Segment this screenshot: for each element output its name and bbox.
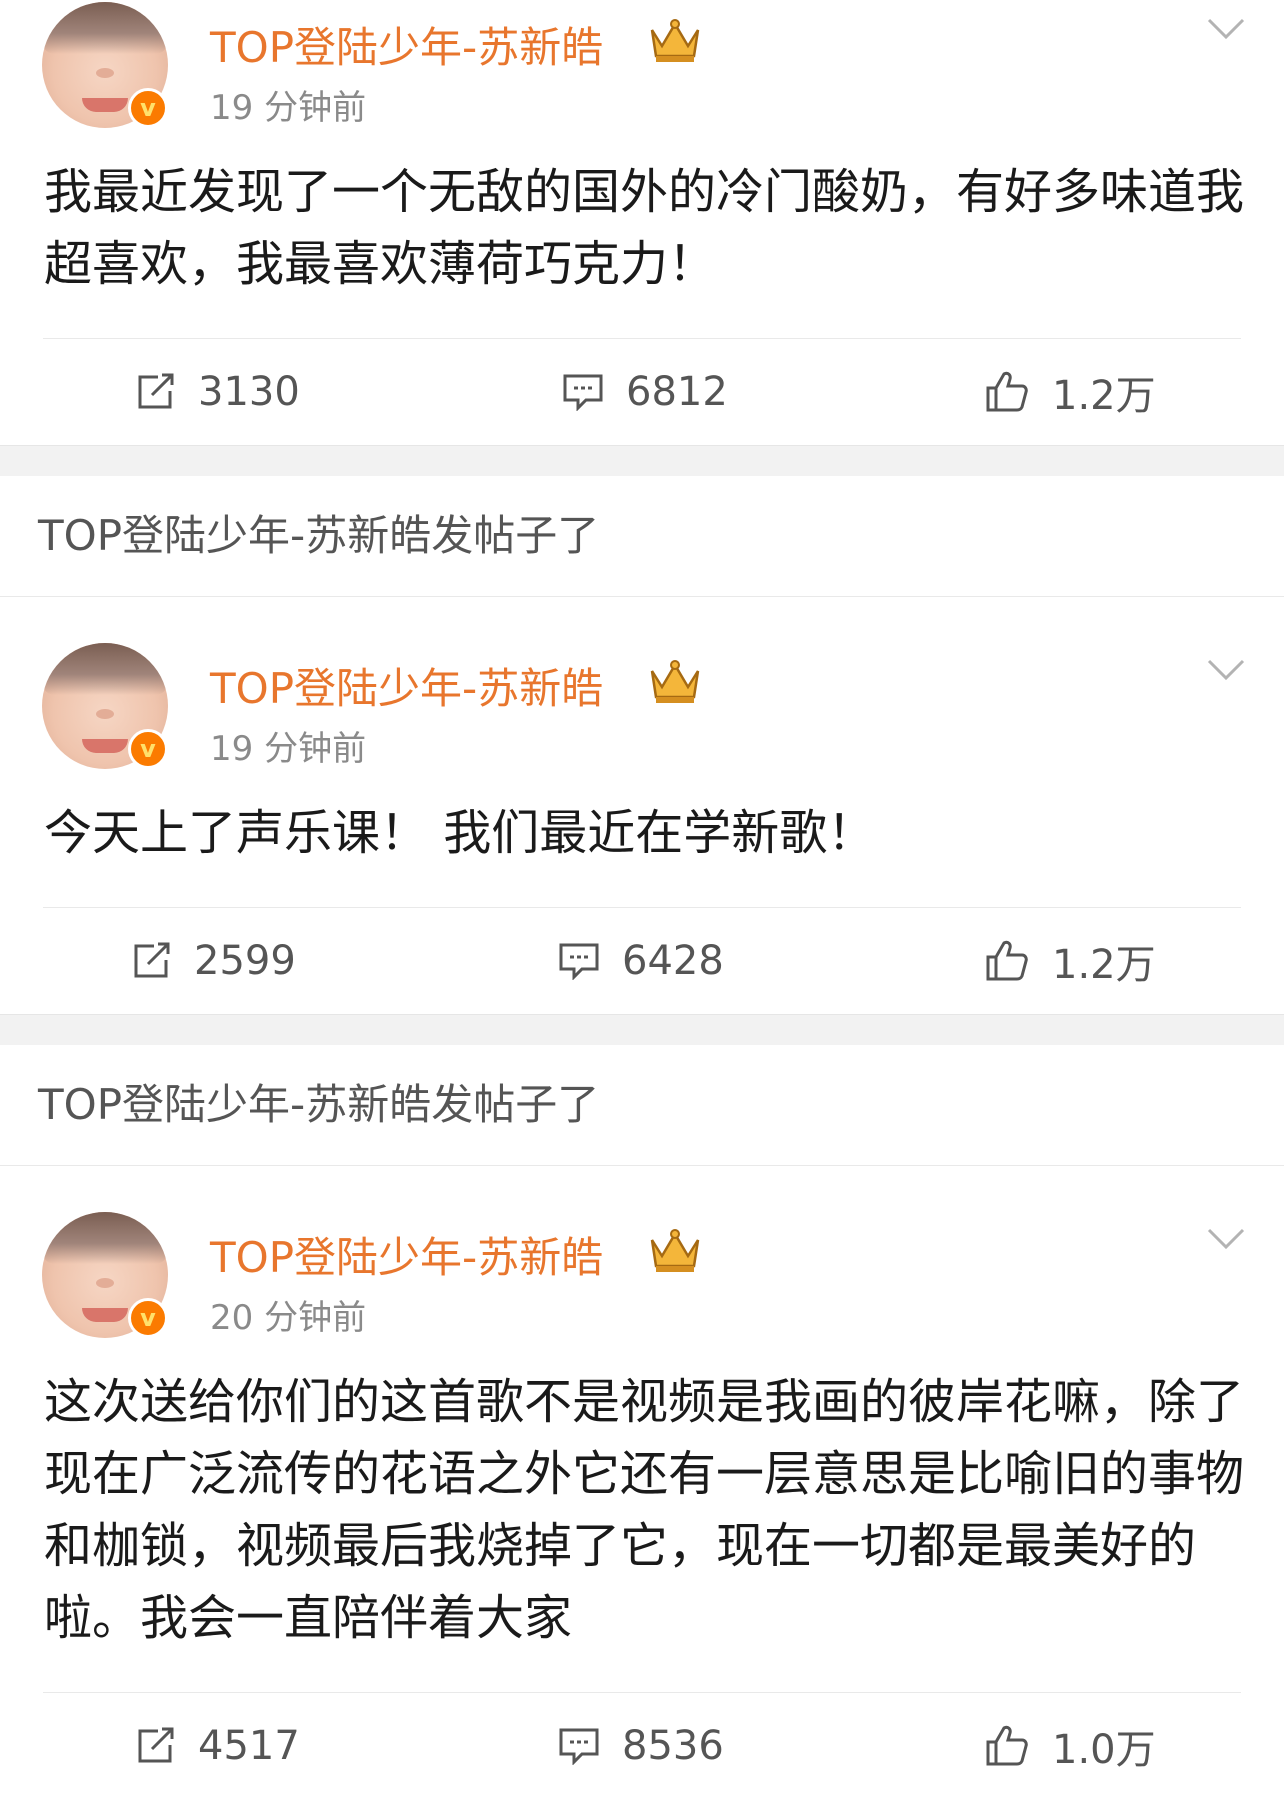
post-header: v TOP登陆少年-苏新皓 19 分钟前 bbox=[0, 2, 1284, 138]
comment-count: 6812 bbox=[626, 369, 728, 415]
post-notice: TOP登陆少年-苏新皓发帖子了 bbox=[0, 476, 1284, 597]
verified-icon: v bbox=[128, 1298, 168, 1338]
comment-button[interactable]: 6428 bbox=[558, 908, 724, 1014]
like-count: 1.2万 bbox=[1052, 373, 1156, 419]
comment-button[interactable]: 8536 bbox=[558, 1693, 724, 1799]
post-text: 今天上了声乐课！ 我们最近在学新歌！ bbox=[44, 805, 876, 861]
post: v TOP登陆少年-苏新皓 20 分钟前 这次送给你们的这首歌不是视频是我画的彼… bbox=[0, 1212, 1284, 1799]
like-button[interactable]: 1.2万 bbox=[984, 908, 1156, 1014]
crown-icon bbox=[650, 660, 700, 703]
post: v TOP登陆少年-苏新皓 19 分钟前 我最近发现了一个无敌的国外的冷门酸奶，… bbox=[0, 0, 1284, 445]
post-text: 我最近发现了一个无敌的国外的冷门酸奶，有好多味道我超喜欢，我最喜欢薄荷巧克力！ bbox=[44, 164, 1245, 292]
username[interactable]: TOP登陆少年-苏新皓 bbox=[210, 1224, 603, 1285]
action-bar: 2599 6428 1.2万 bbox=[0, 908, 1284, 1014]
repost-button[interactable]: 2599 bbox=[132, 908, 296, 1014]
post-time: 20 分钟前 bbox=[210, 1298, 367, 1338]
section-separator bbox=[0, 1014, 1284, 1045]
section-separator bbox=[0, 445, 1284, 476]
chevron-down-icon[interactable] bbox=[1206, 657, 1246, 683]
post-time: 19 分钟前 bbox=[210, 729, 367, 769]
like-button[interactable]: 1.2万 bbox=[984, 339, 1156, 445]
repost-button[interactable]: 4517 bbox=[136, 1693, 300, 1799]
crown-icon bbox=[650, 1229, 700, 1272]
chevron-down-icon[interactable] bbox=[1206, 16, 1246, 42]
crown-icon bbox=[650, 19, 700, 62]
thumbs-up-icon bbox=[986, 1725, 1028, 1766]
comment-icon bbox=[559, 943, 599, 980]
verified-icon: v bbox=[128, 729, 168, 769]
post: v TOP登陆少年-苏新皓 19 分钟前 今天上了声乐课！ 我们最近在学新歌！ … bbox=[0, 643, 1284, 1014]
post-text: 这次送给你们的这首歌不是视频是我画的彼岸花嘛，除了现在广泛流传的花语之外它还有一… bbox=[44, 1374, 1245, 1646]
repost-count: 4517 bbox=[198, 1723, 300, 1769]
repost-button[interactable]: 3130 bbox=[136, 339, 300, 445]
repost-icon bbox=[138, 373, 174, 409]
username[interactable]: TOP登陆少年-苏新皓 bbox=[210, 14, 603, 75]
thumbs-up-icon bbox=[986, 940, 1028, 981]
post-header: v TOP登陆少年-苏新皓 20 分钟前 bbox=[0, 1212, 1284, 1348]
repost-icon bbox=[134, 942, 170, 978]
post-notice: TOP登陆少年-苏新皓发帖子了 bbox=[0, 1045, 1284, 1166]
comment-count: 8536 bbox=[622, 1723, 724, 1769]
like-button[interactable]: 1.0万 bbox=[984, 1693, 1156, 1799]
like-count: 1.2万 bbox=[1052, 942, 1156, 988]
chevron-down-icon[interactable] bbox=[1206, 1226, 1246, 1252]
repost-count: 3130 bbox=[198, 369, 300, 415]
post-header: v TOP登陆少年-苏新皓 19 分钟前 bbox=[0, 643, 1284, 779]
thumbs-up-icon bbox=[986, 371, 1028, 412]
comment-icon bbox=[563, 374, 603, 411]
like-count: 1.0万 bbox=[1052, 1727, 1156, 1773]
comment-icon bbox=[559, 1728, 599, 1765]
repost-count: 2599 bbox=[194, 938, 296, 984]
verified-icon: v bbox=[128, 88, 168, 128]
comment-count: 6428 bbox=[622, 938, 724, 984]
post-time: 19 分钟前 bbox=[210, 88, 367, 128]
repost-icon bbox=[138, 1727, 174, 1763]
username[interactable]: TOP登陆少年-苏新皓 bbox=[210, 655, 603, 716]
comment-button[interactable]: 6812 bbox=[562, 339, 728, 445]
weibo-feed: v TOP登陆少年-苏新皓 19 分钟前 我最近发现了一个无敌的国外的冷门酸奶，… bbox=[0, 0, 1284, 1799]
action-bar: 3130 6812 1.2万 bbox=[0, 339, 1284, 445]
action-bar: 4517 8536 1.0万 bbox=[0, 1693, 1284, 1799]
